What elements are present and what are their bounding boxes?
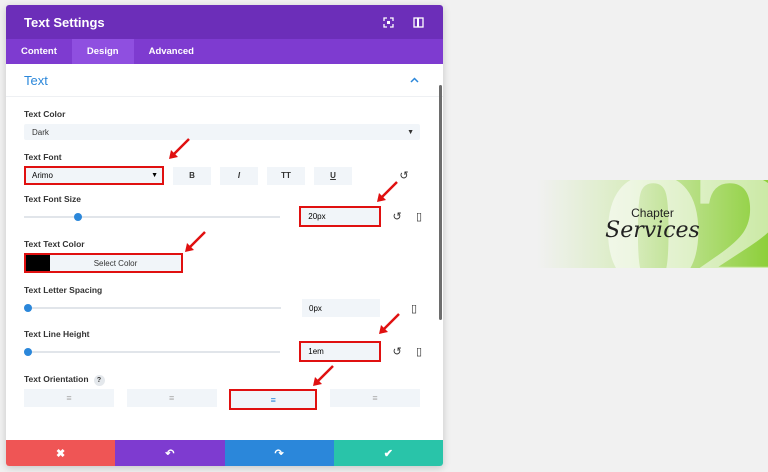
chevron-up-icon[interactable] bbox=[410, 75, 419, 86]
mobile-device-icon[interactable]: ▯ bbox=[408, 302, 420, 315]
modal-title: Text Settings bbox=[24, 14, 105, 30]
text-color-select[interactable]: Dark ▼ bbox=[24, 124, 420, 140]
underline-button[interactable]: U bbox=[314, 166, 352, 185]
redo-button[interactable]: ↷ bbox=[224, 440, 334, 466]
justify-button[interactable]: ≡ bbox=[329, 389, 420, 407]
font-size-input[interactable]: 20px bbox=[299, 206, 382, 227]
text-text-color-label: Text Text Color bbox=[24, 239, 85, 249]
text-color-value: Dark bbox=[32, 127, 49, 137]
align-center-button[interactable]: ≡ bbox=[126, 389, 217, 407]
section-header-text[interactable]: Text bbox=[6, 64, 443, 97]
tab-advanced[interactable]: Advanced bbox=[134, 39, 209, 64]
letter-spacing-slider[interactable] bbox=[24, 302, 281, 314]
slider-handle[interactable] bbox=[24, 347, 32, 356]
settings-modal: Text Settings Content Design Advanced Te… bbox=[6, 5, 443, 466]
cancel-button[interactable]: ✖ bbox=[6, 440, 116, 466]
orientation-options: ≡ ≡ ≡ ≡ bbox=[24, 389, 420, 410]
font-size-slider[interactable] bbox=[24, 211, 281, 223]
align-left-button[interactable]: ≡ bbox=[24, 389, 114, 407]
slider-handle[interactable] bbox=[24, 304, 32, 312]
preview-line-2: Services bbox=[605, 218, 700, 243]
reset-icon[interactable]: ↺ bbox=[391, 345, 403, 358]
line-height-slider[interactable] bbox=[24, 346, 281, 358]
expand-icon[interactable] bbox=[381, 15, 395, 29]
undo-button[interactable]: ↶ bbox=[115, 440, 225, 466]
modal-footer: ✖ ↶ ↷ ✔ bbox=[6, 440, 443, 466]
text-font-select[interactable]: Arimo ▼ bbox=[24, 166, 164, 185]
text-font-label: Text Font bbox=[24, 152, 62, 162]
letter-spacing-label: Text Letter Spacing bbox=[24, 285, 103, 295]
mobile-device-icon[interactable]: ▯ bbox=[413, 345, 425, 358]
annotation-arrow bbox=[313, 365, 334, 386]
sidebar-toggle-icon[interactable] bbox=[411, 15, 425, 29]
line-height-label: Text Line Height bbox=[24, 329, 90, 339]
settings-body: Text Text Color Dark ▼ Text Font Arimo ▼… bbox=[6, 64, 443, 440]
slider-handle[interactable] bbox=[73, 212, 82, 221]
annotation-arrow bbox=[377, 181, 398, 202]
align-right-button[interactable]: ≡ bbox=[229, 389, 318, 410]
letter-spacing-input[interactable]: 0px bbox=[302, 299, 380, 317]
tab-content[interactable]: Content bbox=[6, 39, 72, 64]
slider-track bbox=[24, 215, 281, 218]
text-module-preview: 02 Chapter Services bbox=[537, 180, 768, 268]
text-color-label: Text Color bbox=[24, 109, 66, 119]
slider-track bbox=[24, 350, 281, 353]
uppercase-button[interactable]: TT bbox=[267, 166, 305, 185]
annotation-arrow bbox=[169, 138, 190, 159]
caret-down-icon: ▼ bbox=[407, 128, 414, 136]
annotation-arrow bbox=[185, 231, 206, 252]
scrollbar[interactable] bbox=[439, 85, 442, 320]
section-title: Text bbox=[24, 72, 48, 88]
tab-bar: Content Design Advanced bbox=[6, 39, 443, 64]
save-button[interactable]: ✔ bbox=[333, 440, 443, 466]
modal-header: Text Settings bbox=[6, 5, 443, 39]
annotation-arrow bbox=[379, 313, 400, 334]
slider-track bbox=[24, 307, 281, 309]
orientation-label: Text Orientation? bbox=[24, 374, 425, 386]
reset-icon[interactable]: ↺ bbox=[391, 210, 403, 223]
bold-button[interactable]: B bbox=[173, 166, 211, 185]
color-picker[interactable]: Select Color bbox=[24, 253, 183, 273]
text-font-value: Arimo bbox=[32, 171, 53, 180]
mobile-device-icon[interactable]: ▯ bbox=[413, 210, 425, 223]
line-height-input[interactable]: 1em bbox=[299, 341, 382, 362]
help-icon[interactable]: ? bbox=[93, 375, 105, 386]
caret-down-icon: ▼ bbox=[151, 172, 158, 179]
italic-button[interactable]: I bbox=[220, 166, 258, 185]
orientation-label-text: Text Orientation bbox=[24, 374, 89, 384]
font-size-label: Text Font Size bbox=[24, 194, 81, 204]
select-color-button[interactable]: Select Color bbox=[50, 255, 181, 271]
tab-design[interactable]: Design bbox=[71, 39, 134, 64]
color-swatch[interactable] bbox=[26, 255, 50, 271]
